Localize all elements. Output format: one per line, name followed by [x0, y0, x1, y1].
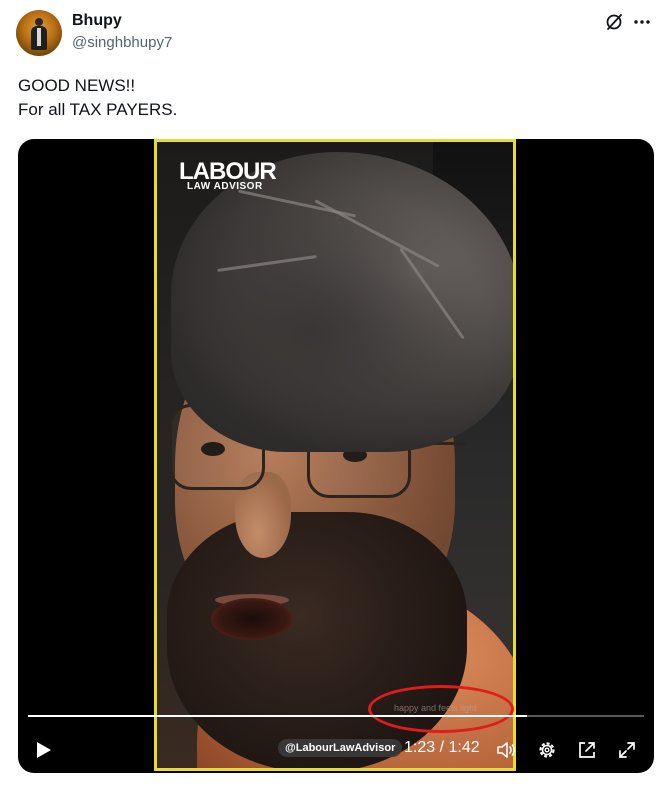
video-watermark: @LabourLawAdvisor [278, 739, 403, 757]
tweet-text: GOOD NEWS!! For all TAX PAYERS. [18, 74, 177, 122]
picture-in-picture-button[interactable] [574, 737, 600, 763]
video-frame[interactable]: LABOUR LAW ADVISOR [154, 139, 516, 771]
more-icon[interactable] [632, 12, 652, 32]
volume-button[interactable] [494, 737, 520, 763]
avatar-figure-stripe [37, 28, 41, 46]
video-time: 1:23 / 1:42 [404, 739, 480, 756]
user-handle[interactable]: @singhbhupy7 [72, 34, 172, 51]
avatar[interactable] [16, 10, 62, 56]
avatar-figure-head [35, 18, 43, 26]
progress-bar[interactable] [28, 715, 644, 717]
display-name[interactable]: Bhupy [72, 12, 122, 30]
picture-in-picture-icon [579, 742, 595, 758]
video-person-hair [171, 152, 513, 452]
channel-logo: LABOUR LAW ADVISOR [179, 160, 277, 192]
volume-icon [497, 742, 516, 758]
play-icon [37, 742, 51, 758]
settings-button[interactable] [534, 737, 560, 763]
channel-logo-line2: LAW ADVISOR [187, 181, 263, 192]
tweet-text-line: GOOD NEWS!! [18, 76, 136, 95]
grok-icon[interactable] [604, 12, 624, 32]
gear-icon [539, 742, 555, 758]
fullscreen-icon [619, 742, 635, 758]
video-person-mouth [211, 598, 293, 640]
annotation-circle [368, 685, 514, 733]
progress-fill [28, 715, 527, 717]
tweet-text-line: For all TAX PAYERS. [18, 100, 178, 119]
play-button[interactable] [30, 737, 56, 763]
video-player[interactable]: LABOUR LAW ADVISOR happy and feels light… [18, 139, 654, 773]
fullscreen-button[interactable] [614, 737, 640, 763]
